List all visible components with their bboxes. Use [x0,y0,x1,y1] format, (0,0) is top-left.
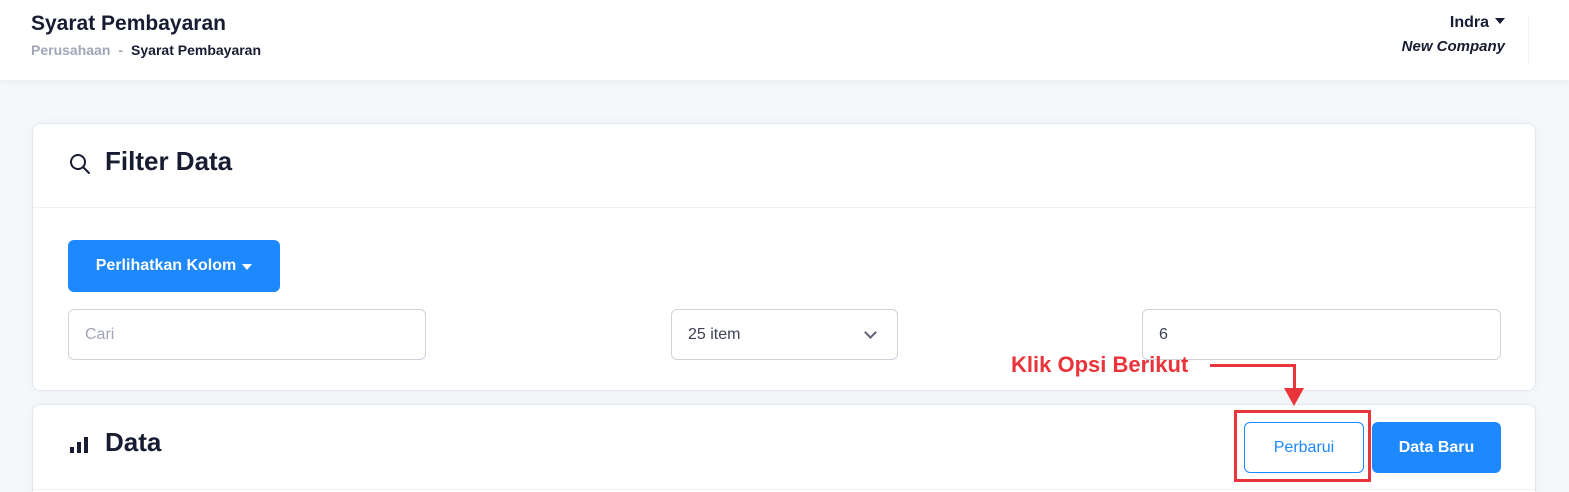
top-header: Syarat Pembayaran Perusahaan - Syarat Pe… [0,0,1569,81]
annotation-text: Klik Opsi Berikut [1011,352,1189,377]
company-name: New Company [1401,38,1505,55]
user-name: Indra [1449,14,1489,31]
filter-card: Filter Data Perlihatkan Kolom 25 item 6 [32,123,1536,391]
user-menu[interactable]: Indra New Company [1402,14,1505,55]
filter-card-header: Filter Data [33,124,1535,208]
page-size-value: 25 item [688,325,741,343]
chevron-down-icon [864,325,877,339]
breadcrumb: Perusahaan - Syarat Pembayaran [31,42,261,58]
data-title: Data [105,427,162,457]
caret-down-icon [1495,18,1505,24]
annotation-highlight-box [1234,410,1371,482]
breadcrumb-separator: - [118,42,124,58]
page-title: Syarat Pembayaran [31,12,226,35]
show-columns-button[interactable]: Perlihatkan Kolom [68,240,280,292]
data-card-divider [33,489,1535,490]
breadcrumb-parent[interactable]: Perusahaan [31,42,110,58]
annotation-arrow-line [1210,364,1296,367]
annotation-arrow-shaft [1293,364,1296,390]
show-columns-label: Perlihatkan Kolom [95,257,237,274]
page-size-select[interactable]: 25 item [671,309,898,360]
breadcrumb-current: Syarat Pembayaran [131,42,262,58]
search-input[interactable] [68,309,426,360]
search-icon [70,154,90,174]
page-number-value: 6 [1159,325,1168,343]
arrow-down-icon [1284,388,1304,406]
new-data-button[interactable]: Data Baru [1372,422,1501,473]
page-number-input[interactable]: 6 [1142,309,1501,360]
user-name-toggle[interactable]: Indra [1450,14,1505,32]
caret-down-icon [242,263,253,270]
header-divider [1528,16,1529,64]
bar-chart-icon [70,437,88,453]
filter-title: Filter Data [105,146,233,176]
